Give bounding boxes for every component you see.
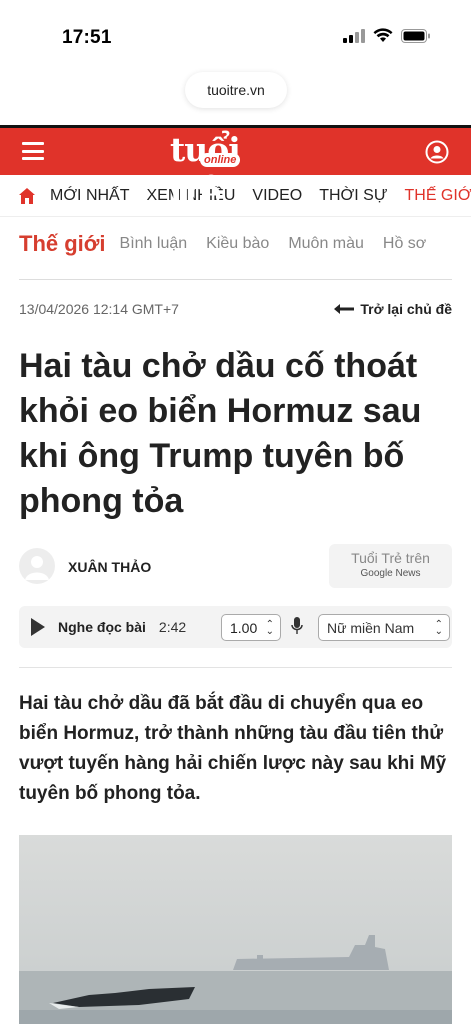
- status-time: 17:51: [62, 27, 112, 48]
- category-sub-kieu-bao[interactable]: Kiều bào: [206, 235, 269, 253]
- voice-select[interactable]: Nữ miền Nam ⌃ ⌄: [318, 614, 450, 641]
- wifi-icon: [373, 28, 393, 43]
- cellular-signal-icon: [343, 28, 365, 43]
- url-bar[interactable]: tuoitre.vn: [185, 72, 287, 108]
- article-photo[interactable]: [19, 835, 452, 1024]
- category-main[interactable]: Thế giới: [19, 231, 106, 257]
- google-news-button[interactable]: Tuổi Trẻ trên Google News: [329, 544, 452, 588]
- audio-player: Nghe đọc bài 2:42 1.00 ⌃ ⌄ Nữ miền Nam ⌃ ⌄: [19, 606, 452, 648]
- status-bar: 17:51: [0, 0, 471, 72]
- mic-icon: [291, 617, 303, 640]
- chevron-updown-icon: ⌃ ⌄: [434, 619, 443, 637]
- article-meta: 13/04/2026 12:14 GMT+7 Trở lại chủ đề: [0, 287, 471, 337]
- play-icon[interactable]: [31, 618, 45, 636]
- logo-sub-text: online: [200, 153, 241, 167]
- menu-icon[interactable]: [22, 142, 44, 160]
- audio-label: Nghe đọc bài: [58, 619, 146, 635]
- gnews-brand: Google News: [360, 568, 421, 579]
- nav-item-thoi-su[interactable]: THỜI SỰ: [319, 187, 387, 205]
- site-logo[interactable]: tuổi trẻ online: [170, 130, 294, 211]
- home-icon[interactable]: [18, 187, 36, 205]
- author-name[interactable]: XUÂN THẢO: [68, 559, 151, 575]
- category-sub-ho-so[interactable]: Hồ sơ: [383, 235, 426, 253]
- nav-item-moi-nhat[interactable]: MỚI NHẤT: [50, 187, 130, 205]
- speed-value: 1.00: [230, 619, 258, 636]
- publish-date: 13/04/2026 12:14 GMT+7: [19, 301, 179, 317]
- back-to-topic-link[interactable]: Trở lại chủ đề: [334, 301, 452, 317]
- author-row: XUÂN THẢO Tuổi Trẻ trên Google News: [0, 544, 471, 600]
- status-icons: [343, 28, 431, 43]
- back-link-label: Trở lại chủ đề: [360, 301, 452, 317]
- article-title: Hai tàu chở dầu cố thoát khỏi eo biển Ho…: [19, 347, 422, 520]
- nav-item-the-gioi[interactable]: THẾ GIỚ: [404, 187, 471, 205]
- arrow-left-icon: [334, 304, 355, 314]
- avatar[interactable]: [19, 548, 55, 584]
- article-sapo: Hai tàu chở dầu đã bắt đầu di chuyển qua…: [19, 693, 447, 804]
- battery-icon: [401, 28, 431, 43]
- browser-url-area: tuoitre.vn: [0, 72, 471, 125]
- speed-select[interactable]: 1.00 ⌃ ⌄: [221, 614, 281, 641]
- gnews-label: Tuổi Trẻ trên: [351, 550, 430, 566]
- divider: [19, 279, 452, 280]
- category-bar: Thế giới Bình luận Kiều bào Muôn màu Hồ …: [0, 217, 471, 271]
- logo-main-text: tuổi trẻ: [170, 130, 241, 211]
- category-sub-muon-mau[interactable]: Muôn màu: [288, 235, 364, 253]
- site-header: tuổi trẻ online: [0, 128, 471, 211]
- category-sub-binh-luan[interactable]: Bình luận: [120, 235, 188, 253]
- divider: [19, 667, 452, 668]
- user-icon[interactable]: [425, 140, 449, 164]
- audio-duration: 2:42: [158, 619, 187, 635]
- chevron-updown-icon: ⌃ ⌄: [265, 619, 274, 637]
- voice-value: Nữ miền Nam: [327, 619, 415, 636]
